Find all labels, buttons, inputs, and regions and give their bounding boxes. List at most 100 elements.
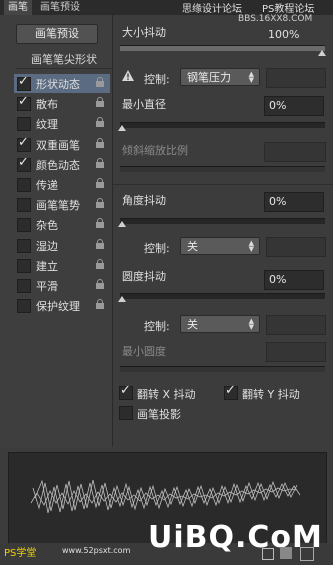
brush-setting-checkbox[interactable]: ✓ (17, 95, 31, 112)
lock-icon[interactable] (96, 137, 104, 148)
lock-icon[interactable] (96, 299, 104, 310)
brush-setting-label: 杂色 (36, 219, 58, 233)
brush-setting-label: 形状动态 (36, 78, 80, 91)
min-diameter-thumb[interactable] (118, 125, 126, 131)
lock-icon[interactable] (96, 157, 104, 168)
flip-y-label: 翻转 Y 抖动 (242, 388, 300, 401)
check-icon: ✓ (225, 383, 236, 398)
watermark-bottom-url: www.52psxt.com (62, 546, 131, 555)
control-select-roundness-value: 关 (187, 318, 198, 331)
lock-icon[interactable] (96, 218, 104, 229)
brush-setting-item[interactable]: ✓ 颜色动态 (14, 155, 110, 174)
brush-setting-item[interactable]: 画笔笔势 (14, 195, 110, 214)
flip-y-checkbox[interactable]: ✓ (224, 383, 238, 400)
brush-setting-item[interactable]: ✓ 散布 (14, 94, 110, 113)
control-extra-field-angle (266, 237, 326, 257)
brush-setting-checkbox[interactable] (17, 238, 31, 253)
control-select-angle-value: 关 (187, 240, 198, 253)
watermark-url: BBS.16XX8.COM (238, 14, 313, 24)
tab-brush[interactable]: 画笔 (4, 0, 32, 15)
brush-setting-item[interactable]: 平滑 (14, 276, 110, 295)
brush-setting-checkbox[interactable] (17, 299, 31, 314)
min-roundness-slider (120, 366, 325, 372)
flip-x-checkbox[interactable]: ✓ (119, 384, 133, 400)
brush-setting-checkbox[interactable] (17, 218, 31, 233)
size-jitter-slider[interactable] (120, 45, 325, 51)
brush-setting-label: 传递 (36, 179, 58, 192)
angle-jitter-label: 角度抖动 (122, 194, 166, 207)
watermark-top: 思缘设计论坛 (182, 4, 242, 15)
roundness-jitter-label: 圆度抖动 (122, 270, 166, 283)
watermark-top-right: PS教程论坛 (262, 4, 315, 15)
angle-jitter-thumb[interactable] (118, 221, 126, 227)
brush-setting-checkbox[interactable]: ✓ (17, 154, 31, 172)
control-label-angle: 控制: (144, 242, 170, 255)
brush-setting-item[interactable]: ✓ 双重画笔 (14, 135, 110, 154)
check-icon: ✓ (18, 74, 29, 89)
section-divider (113, 184, 333, 185)
brush-setting-checkbox[interactable] (17, 178, 31, 192)
brush-setting-item[interactable]: 杂色 (14, 215, 110, 234)
watermark-logo: PS学堂 (4, 548, 37, 559)
brush-setting-item[interactable]: 纹理 (14, 114, 110, 133)
brush-setting-item[interactable]: 湿边 (14, 236, 110, 255)
brush-setting-checkbox[interactable] (17, 198, 31, 213)
brush-tip-shape-item[interactable]: 画笔笔尖形状 (16, 52, 112, 69)
min-diameter-slider[interactable] (120, 122, 325, 128)
min-roundness-label: 最小圆度 (122, 345, 166, 358)
brush-projection-label: 画笔投影 (137, 408, 181, 421)
roundness-jitter-slider[interactable] (120, 293, 325, 299)
tab-brush-presets[interactable]: 画笔预设 (40, 0, 80, 15)
control-extra-field-roundness (266, 315, 326, 335)
size-jitter-thumb[interactable] (318, 50, 326, 56)
brush-setting-label: 颜色动态 (36, 158, 80, 172)
brush-setting-checkbox[interactable] (17, 258, 31, 273)
angle-jitter-value[interactable]: 0% (264, 192, 324, 212)
brush-setting-checkbox[interactable]: ✓ (17, 74, 31, 91)
lock-icon[interactable] (96, 198, 104, 209)
roundness-jitter-value[interactable]: 0% (264, 270, 324, 290)
lock-icon[interactable] (96, 178, 104, 188)
brush-setting-label: 散布 (36, 98, 58, 112)
brush-setting-checkbox[interactable] (17, 279, 31, 293)
chevron-updown-icon: ▲ ▼ (248, 239, 254, 253)
new-brush-icon[interactable] (300, 547, 314, 561)
control-select-angle[interactable]: 关 ▲ ▼ (180, 237, 260, 255)
chevron-updown-icon: ▲ ▼ (248, 70, 254, 84)
lock-icon[interactable] (96, 258, 104, 269)
check-icon: ✓ (18, 154, 29, 170)
min-diameter-value[interactable]: 0% (264, 96, 324, 116)
brush-projection-checkbox[interactable] (119, 406, 133, 420)
flip-x-label: 翻转 X 抖动 (137, 388, 196, 401)
min-diameter-label: 最小直径 (122, 98, 166, 111)
warning-icon (122, 70, 134, 82)
control-label-size: 控制: (144, 73, 170, 86)
roundness-jitter-thumb[interactable] (118, 296, 126, 302)
lock-icon[interactable] (96, 97, 104, 108)
brush-setting-item[interactable]: 保护纹理 (14, 296, 110, 315)
brush-setting-item[interactable]: ✓ 形状动态 (14, 74, 110, 93)
control-select-roundness[interactable]: 关 ▲ ▼ (180, 315, 260, 333)
toggle-bristle-preview-icon[interactable] (262, 548, 274, 560)
brush-presets-button[interactable]: 画笔预设 (16, 24, 98, 44)
size-jitter-label: 大小抖动 (122, 26, 166, 39)
brush-setting-label: 画笔笔势 (36, 199, 80, 213)
brush-setting-label: 湿边 (36, 239, 58, 253)
lock-icon[interactable] (96, 77, 104, 87)
check-icon: ✓ (18, 134, 29, 150)
lock-icon[interactable] (96, 117, 104, 128)
grid-icon[interactable] (280, 547, 292, 559)
brush-setting-item[interactable]: 传递 (14, 175, 110, 194)
brush-setting-checkbox[interactable]: ✓ (17, 134, 31, 152)
lock-icon[interactable] (96, 279, 104, 289)
lock-icon[interactable] (96, 238, 104, 249)
control-extra-field (266, 68, 326, 88)
brush-setting-item[interactable]: 建立 (14, 256, 110, 275)
min-roundness-field (266, 342, 326, 362)
control-select-size[interactable]: 钢笔压力 ▲ ▼ (180, 68, 260, 86)
angle-jitter-slider[interactable] (120, 218, 325, 224)
size-jitter-value[interactable]: 100% (268, 28, 299, 41)
brush-setting-checkbox[interactable] (17, 117, 31, 132)
control-select-size-value: 钢笔压力 (187, 71, 231, 84)
chevron-updown-icon: ▲ ▼ (248, 317, 254, 331)
